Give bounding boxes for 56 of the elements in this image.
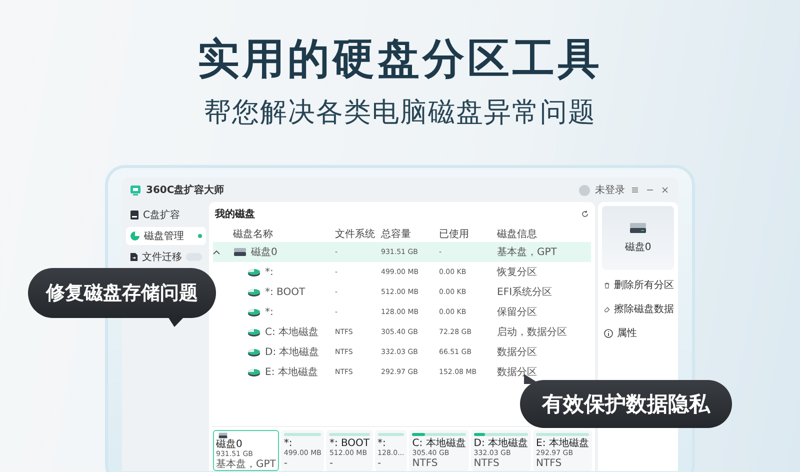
file-icon: [130, 252, 138, 262]
app-logo-icon: [130, 184, 141, 196]
subtitle: 帮您解决各类电脑磁盘异常问题: [204, 96, 596, 130]
table-cell: *:: [265, 306, 274, 318]
usage-track: [284, 433, 322, 436]
table-cell-text: E: 本地磁盘: [265, 366, 318, 379]
info-icon: [604, 328, 613, 338]
drive-icon: [130, 210, 139, 220]
sidebar-item[interactable]: 文件迁移: [126, 248, 206, 266]
app-title: 360C盘扩容大师: [146, 183, 224, 197]
column-header: 总容量: [381, 228, 412, 241]
eraser-icon: [604, 304, 610, 314]
table-cell-text: 保留分区: [497, 306, 538, 319]
refresh-icon[interactable]: [581, 210, 589, 218]
table-cell: *:: [265, 266, 274, 278]
table-cell-text: 数据分区: [497, 346, 538, 359]
disk-card: 磁盘0: [602, 206, 674, 270]
usage-track: [536, 433, 589, 436]
table-cell-text: C: 本地磁盘: [265, 326, 319, 339]
drive-icon: [629, 222, 647, 234]
pie-disk-icon: [247, 367, 261, 377]
table-cell-text: EFI系统分区: [497, 286, 554, 299]
pie-disk-icon: [247, 267, 261, 277]
pie-disk-icon: [247, 347, 261, 357]
table-cell-text: 基本盘，GPT: [497, 246, 558, 259]
close-icon[interactable]: [660, 185, 670, 195]
menu-icon[interactable]: [630, 185, 640, 195]
login-link[interactable]: 未登录: [595, 183, 625, 197]
action-item[interactable]: 擦除磁盘数据: [602, 300, 674, 318]
callout-tooltip: 修复磁盘存储问题: [28, 268, 216, 327]
caret-icon[interactable]: [213, 250, 220, 254]
pie-disk-icon: [247, 307, 261, 317]
table-cell-text: 恢复分区: [497, 266, 538, 279]
pie-disk-icon: [247, 287, 261, 297]
trash-icon: [604, 280, 610, 290]
action-item[interactable]: 删除所有分区: [602, 276, 674, 294]
pie-disk-icon: [247, 327, 261, 337]
drive-icon: [216, 432, 230, 439]
sidebar-item[interactable]: C盘扩容: [126, 206, 206, 224]
action-item[interactable]: 属性: [602, 324, 674, 342]
column-header: 磁盘名称: [233, 228, 274, 241]
pie-chart-icon: [130, 231, 140, 241]
sidebar-item[interactable]: 磁盘管理: [126, 227, 206, 245]
table-cell-text: D: 本地磁盘: [265, 346, 320, 359]
panel-title: 我的磁盘: [215, 208, 255, 221]
headline: 实用的硬盘分区工具: [198, 34, 602, 84]
usage-track: [378, 433, 404, 436]
column-header: 已使用: [439, 228, 470, 241]
drive-icon: [233, 247, 247, 257]
table-cell-text: 磁盘0: [251, 246, 278, 259]
table-cell: *: BOOT: [265, 286, 306, 298]
usage-track: [329, 433, 370, 436]
column-header: 文件系统: [335, 228, 376, 241]
active-dot-icon: [198, 234, 202, 238]
column-header: 磁盘信息: [497, 228, 538, 241]
table-cell-text: 启动，数据分区: [497, 326, 568, 339]
